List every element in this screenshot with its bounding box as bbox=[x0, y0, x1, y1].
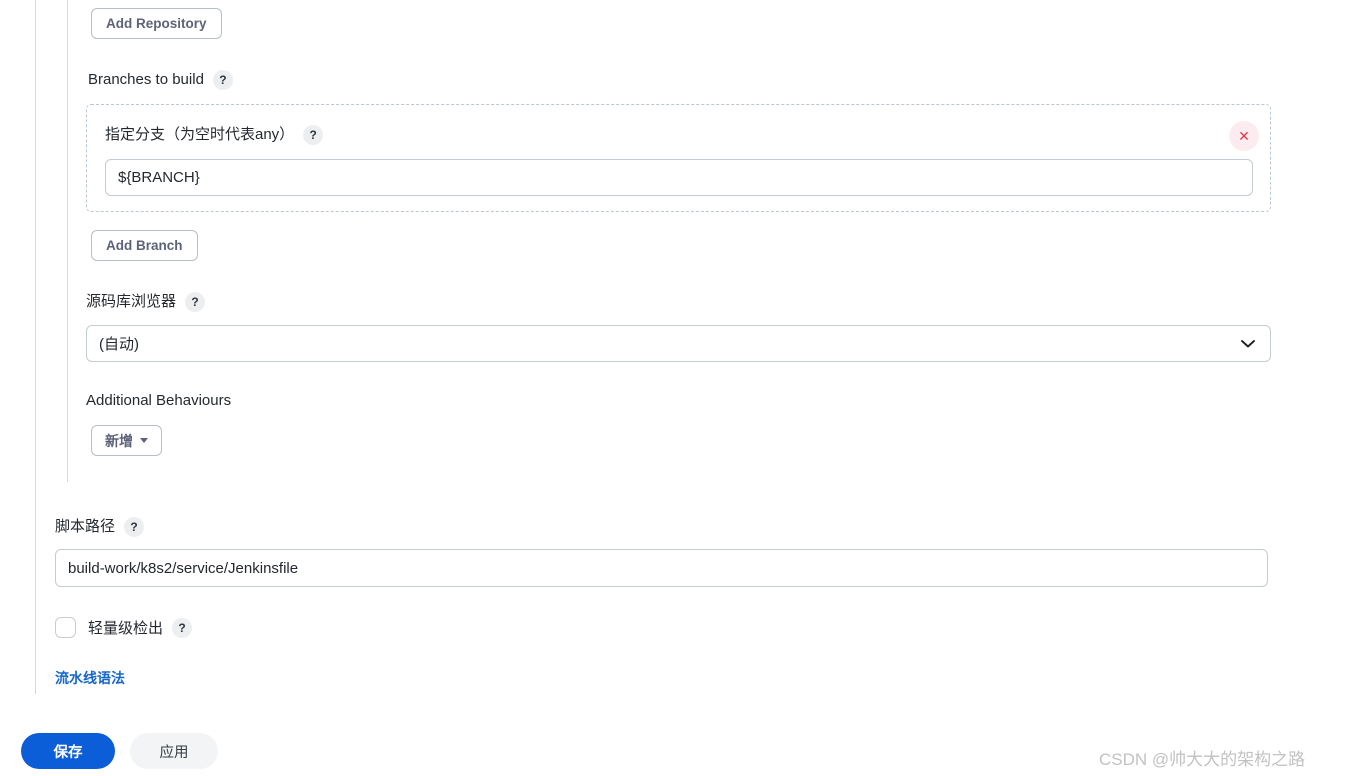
help-icon[interactable]: ? bbox=[212, 70, 233, 90]
lightweight-checkout-label: 轻量级检出 ? bbox=[88, 617, 193, 638]
branch-specifier-input-wrapper bbox=[105, 159, 1253, 196]
help-icon[interactable]: ? bbox=[172, 617, 193, 638]
add-branch-button[interactable]: Add Branch bbox=[91, 230, 198, 261]
additional-behaviours-label: Additional Behaviours bbox=[86, 392, 232, 409]
branch-specifier-input[interactable] bbox=[105, 159, 1253, 196]
lightweight-checkout-row: 轻量级检出 ? bbox=[55, 617, 193, 638]
help-icon[interactable]: ? bbox=[303, 125, 324, 145]
save-button[interactable]: 保存 bbox=[21, 733, 115, 769]
repository-browser-select-wrapper: (自动) bbox=[86, 325, 1271, 362]
apply-button[interactable]: 应用 bbox=[130, 733, 218, 769]
form-guide-rail-outer bbox=[35, 0, 36, 694]
caret-down-icon bbox=[140, 438, 148, 443]
help-icon[interactable]: ? bbox=[185, 292, 206, 312]
branch-specifier-text: 指定分支（为空时代表any） bbox=[105, 126, 295, 143]
close-icon: ✕ bbox=[1238, 128, 1250, 144]
branches-to-build-text: Branches to build bbox=[88, 71, 204, 88]
watermark: CSDN @帅大大的架构之路 bbox=[1099, 750, 1306, 769]
lightweight-checkout-text: 轻量级检出 bbox=[88, 620, 164, 637]
add-behaviour-dropdown-button[interactable]: 新增 bbox=[91, 425, 162, 456]
repository-browser-select[interactable]: (自动) bbox=[86, 325, 1271, 362]
help-icon[interactable]: ? bbox=[124, 517, 145, 537]
form-guide-rail-inner bbox=[67, 0, 68, 482]
branch-specifier-label: 指定分支（为空时代表any） ? bbox=[105, 125, 324, 145]
repository-browser-text: 源码库浏览器 bbox=[86, 293, 177, 310]
branch-specifier-group: 指定分支（为空时代表any） ? ✕ bbox=[86, 104, 1271, 212]
script-path-text: 脚本路径 bbox=[55, 518, 116, 535]
repository-browser-label: 源码库浏览器 ? bbox=[86, 292, 206, 312]
add-behaviour-label: 新增 bbox=[105, 432, 133, 449]
script-path-label: 脚本路径 ? bbox=[55, 517, 145, 537]
script-path-input[interactable] bbox=[55, 549, 1268, 587]
lightweight-checkout-checkbox[interactable] bbox=[55, 617, 76, 638]
repository-browser-select-shell: (自动) bbox=[86, 325, 1271, 362]
delete-branch-button[interactable]: ✕ bbox=[1229, 121, 1259, 151]
script-path-input-wrapper bbox=[55, 549, 1268, 587]
pipeline-syntax-link[interactable]: 流水线语法 bbox=[55, 668, 125, 688]
add-repository-button[interactable]: Add Repository bbox=[91, 8, 222, 39]
branches-to-build-label: Branches to build ? bbox=[88, 70, 233, 90]
